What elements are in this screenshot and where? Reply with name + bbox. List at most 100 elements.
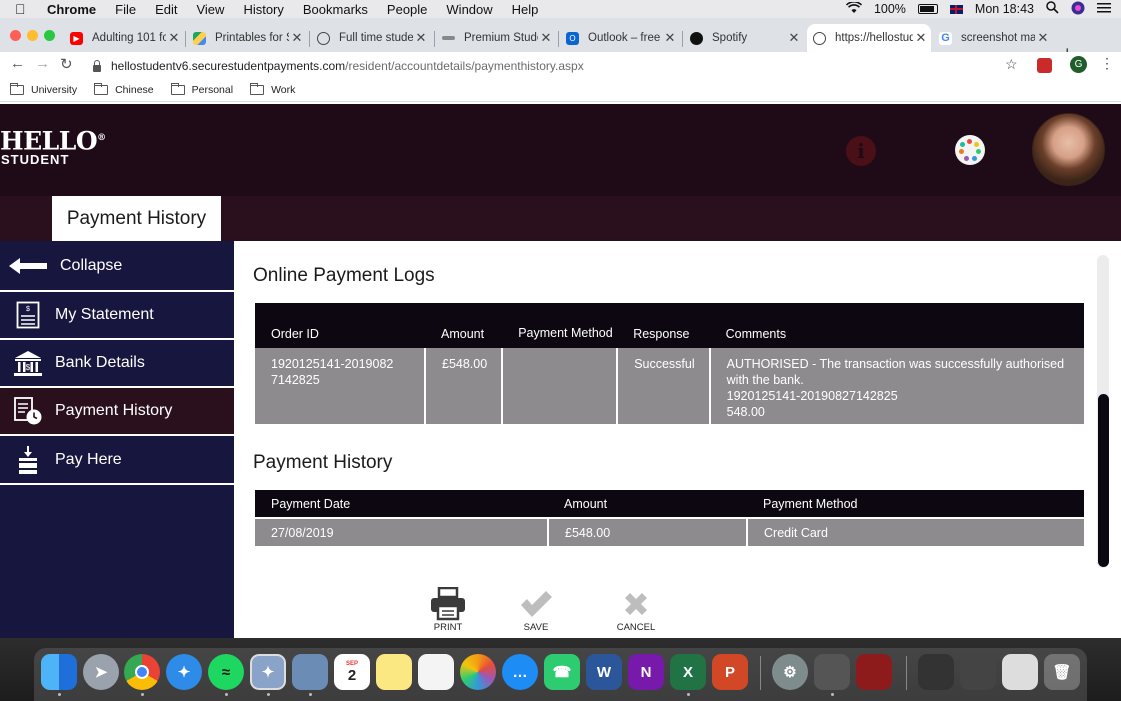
logo-mark: ® <box>97 133 106 143</box>
bookmark-personal[interactable]: Personal <box>170 83 234 96</box>
tab-close-icon[interactable]: ✕ <box>662 30 678 46</box>
menu-view[interactable]: View <box>196 2 224 17</box>
browser-tab-2[interactable]: Printables for Sch ✕ <box>187 24 307 52</box>
tab-close-icon[interactable]: ✕ <box>1035 30 1051 46</box>
chrome-icon[interactable] <box>124 654 160 690</box>
battery-icon[interactable] <box>917 4 938 14</box>
powerpoint-icon[interactable]: P <box>712 654 748 690</box>
window-zoom-button[interactable] <box>44 30 55 41</box>
siri-icon[interactable] <box>1071 1 1085 18</box>
tab-close-icon[interactable]: ✕ <box>913 30 929 46</box>
bookmark-university[interactable]: University <box>10 83 77 96</box>
menu-window[interactable]: Window <box>446 2 492 17</box>
bookmark-work[interactable]: Work <box>250 83 295 96</box>
tab-close-icon[interactable]: ✕ <box>413 30 429 46</box>
menu-app-name[interactable]: Chrome <box>47 2 96 17</box>
menu-bookmarks[interactable]: Bookmarks <box>303 2 368 17</box>
col-payment-method: Payment Method <box>747 490 1084 518</box>
calendar-day: 2 <box>347 666 357 684</box>
reload-icon[interactable]: ↻ <box>60 55 73 73</box>
sidebar-item-collapse[interactable]: Collapse <box>0 241 234 292</box>
notification-center-icon[interactable] <box>1097 2 1111 16</box>
browser-tab-8[interactable]: G screenshot mach ✕ <box>933 24 1053 52</box>
onenote-icon[interactable]: N <box>628 654 664 690</box>
cancel-button[interactable]: CANCEL <box>606 586 666 633</box>
main-content: Online Payment Logs Order ID Amount Paym… <box>234 241 1121 638</box>
input-source-flag-icon[interactable] <box>949 4 963 14</box>
page-icon <box>442 36 455 40</box>
browser-tab-4[interactable]: Premium Student ✕ <box>436 24 556 52</box>
color-palette-icon[interactable] <box>955 135 985 165</box>
downloads-icon[interactable] <box>1002 654 1038 690</box>
tab-close-icon[interactable]: ✕ <box>538 30 554 46</box>
back-arrow-icon[interactable]: ← <box>10 55 25 72</box>
extension-icon[interactable] <box>1037 58 1052 73</box>
photo-booth-icon[interactable] <box>856 654 892 690</box>
window-close-button[interactable] <box>10 30 21 41</box>
menu-help[interactable]: Help <box>512 2 539 17</box>
browser-tab-3[interactable]: Full time students ✕ <box>311 24 431 52</box>
preview-icon[interactable] <box>292 654 328 690</box>
clock[interactable]: Mon 18:43 <box>975 2 1034 16</box>
bookmark-label: Personal <box>191 84 234 96</box>
print-button[interactable]: PRINT <box>418 586 478 633</box>
tab-close-icon[interactable]: ✕ <box>166 30 182 46</box>
browser-tab-active[interactable]: https://hellostud ✕ <box>807 24 931 52</box>
scrollbar-thumb[interactable] <box>1098 394 1109 567</box>
stack-icon[interactable] <box>960 654 996 690</box>
sidebar-item-my-statement[interactable]: $ My Statement <box>0 292 234 340</box>
menu-edit[interactable]: Edit <box>155 2 177 17</box>
messages-icon[interactable]: … <box>502 654 538 690</box>
print-label: PRINT <box>433 622 463 633</box>
user-avatar[interactable] <box>1032 113 1105 186</box>
bookmark-chinese[interactable]: Chinese <box>94 83 154 96</box>
checkmark-icon <box>506 586 566 622</box>
facetime-icon[interactable]: ☎ <box>544 654 580 690</box>
unknown-app-icon[interactable]: ✦ <box>250 654 286 690</box>
tab-close-icon[interactable]: ✕ <box>289 30 305 46</box>
apple-icon[interactable]:  <box>15 1 31 17</box>
sidebar-item-pay-here[interactable]: Pay Here <box>0 436 234 485</box>
menu-people[interactable]: People <box>387 2 427 17</box>
reminders-icon[interactable] <box>418 654 454 690</box>
info-icon[interactable]: i <box>846 136 876 166</box>
trash-icon[interactable]: 🗑 <box>1044 654 1080 690</box>
profile-avatar[interactable]: G <box>1070 56 1087 73</box>
chrome-menu-icon[interactable]: ⋮ <box>1100 55 1114 72</box>
sidebar-item-bank-details[interactable]: $ Bank Details <box>0 340 234 388</box>
spotlight-search-icon[interactable] <box>1046 1 1059 17</box>
window-minimize-button[interactable] <box>27 30 38 41</box>
battery-percent: 100% <box>873 2 906 16</box>
tab-close-icon[interactable]: ✕ <box>786 30 802 46</box>
hello-student-logo[interactable]: HELLO® STUDENT <box>0 126 106 167</box>
sidebar-item-label: My Statement <box>55 306 154 323</box>
browser-tab-5[interactable]: O Outlook – free pe ✕ <box>560 24 680 52</box>
wifi-icon[interactable] <box>845 0 863 17</box>
globe-icon <box>317 31 330 45</box>
calculator-icon[interactable] <box>814 654 850 690</box>
safari-icon[interactable]: ✦ <box>166 654 202 690</box>
forward-arrow-icon[interactable]: → <box>35 55 50 72</box>
bookmark-star-icon[interactable]: ☆ <box>1005 56 1018 73</box>
photos-icon[interactable] <box>460 654 496 690</box>
word-icon[interactable]: W <box>586 654 622 690</box>
notes-icon[interactable] <box>376 654 412 690</box>
calendar-icon[interactable]: SEP 2 <box>334 654 370 690</box>
tab-label: https://hellostud <box>835 32 913 44</box>
address-bar[interactable]: hellostudentv6.securestudentpayments.com… <box>85 54 1028 78</box>
spotify-icon[interactable]: ≈ <box>208 654 244 690</box>
launchpad-icon[interactable]: ➤ <box>83 654 119 690</box>
folder-icon <box>10 83 24 95</box>
finder-icon[interactable] <box>41 654 77 690</box>
save-button[interactable]: SAVE <box>506 586 566 633</box>
sidebar-item-payment-history[interactable]: Payment History <box>0 388 234 436</box>
google-icon: G <box>939 31 952 45</box>
menu-file[interactable]: File <box>115 2 136 17</box>
browser-tab-1[interactable]: ▶ Adulting 101 for G ✕ <box>64 24 184 52</box>
browser-tab-6[interactable]: Spotify ✕ <box>684 24 804 52</box>
system-preferences-icon[interactable]: ⚙ <box>772 654 808 690</box>
tab-payment-history[interactable]: Payment History <box>52 196 221 241</box>
spotify-folder-icon[interactable] <box>918 654 954 690</box>
excel-icon[interactable]: X <box>670 654 706 690</box>
menu-history[interactable]: History <box>243 2 283 17</box>
